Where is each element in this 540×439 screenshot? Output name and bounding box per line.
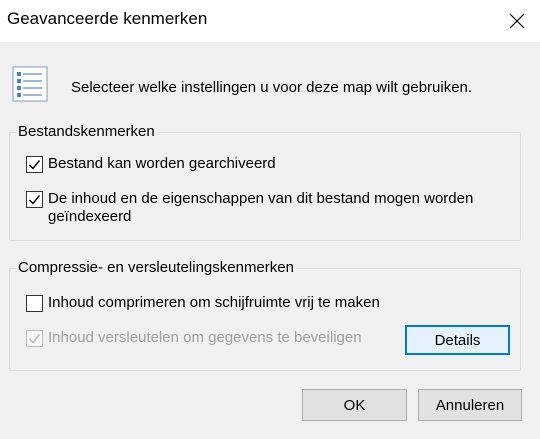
compress-encrypt-group — [9, 268, 521, 371]
close-icon — [509, 13, 525, 29]
ok-button[interactable]: OK — [302, 389, 407, 421]
properties-list-icon — [12, 66, 48, 102]
checkmark-icon — [29, 334, 41, 344]
intro-text: Selecteer welke instellingen u voor deze… — [71, 79, 473, 96]
compress-checkbox[interactable] — [26, 295, 43, 312]
index-label-line1[interactable]: De inhoud en de eigenschappen van dit be… — [48, 190, 473, 208]
compress-encrypt-group-label: Compressie- en versleutelingskenmerken — [16, 259, 296, 276]
dialog-body: Selecteer welke instellingen u voor deze… — [0, 42, 540, 439]
details-button[interactable]: Details — [405, 325, 510, 355]
dialog-title: Geavanceerde kenmerken — [7, 9, 208, 28]
checkmark-icon — [29, 160, 41, 170]
title-bar: Geavanceerde kenmerken — [0, 0, 540, 42]
file-attributes-group-label: Bestandskenmerken — [16, 123, 157, 140]
encrypt-label: Inhoud versleutelen om gegevens te bevei… — [48, 329, 362, 346]
cancel-button[interactable]: Annuleren — [418, 389, 522, 421]
archive-checkbox[interactable] — [26, 156, 43, 173]
index-label-line2[interactable]: geïndexeerd — [48, 208, 131, 226]
close-button[interactable] — [494, 0, 540, 42]
checkmark-icon — [29, 195, 41, 205]
archive-label[interactable]: Bestand kan worden gearchiveerd — [48, 155, 276, 173]
encrypt-checkbox — [26, 330, 43, 347]
compress-label[interactable]: Inhoud comprimeren om schijfruimte vrij … — [48, 294, 380, 312]
index-checkbox[interactable] — [26, 191, 43, 208]
